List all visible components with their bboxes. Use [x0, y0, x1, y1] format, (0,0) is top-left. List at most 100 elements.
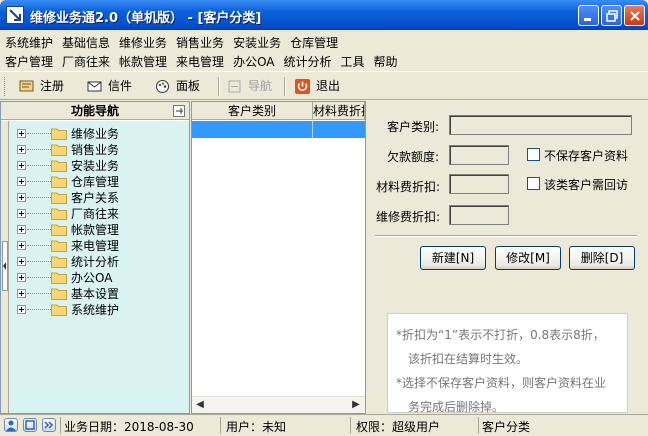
close-icon — [630, 11, 640, 21]
status-copy-icon[interactable] — [23, 418, 37, 432]
note-line-3: *选择不保存客户资料，则客户资料在业 — [396, 376, 607, 390]
menu-accounts[interactable]: 帐款管理 — [114, 51, 171, 70]
callback-checkbox[interactable] — [527, 177, 540, 190]
expand-icon[interactable] — [17, 273, 26, 282]
repair-label: 维修费折扣: — [376, 210, 441, 224]
credit-field[interactable] — [449, 145, 509, 165]
category-field[interactable] — [449, 115, 632, 135]
status-user-icon[interactable] — [4, 418, 18, 432]
register-label: 注册 — [40, 79, 65, 93]
nav-panel: 功能导航 维修业务 销售业务 安装业务 仓库管理 客户关系 厂商往来 帐款管理 … — [0, 101, 190, 414]
menu-vendor[interactable]: 厂商往来 — [57, 51, 114, 70]
grid-header: 客户类别 材料费折扣 — [192, 102, 365, 120]
menu-tools[interactable]: 工具 — [336, 51, 369, 70]
menu-sales-business[interactable]: 销售业务 — [171, 32, 228, 51]
status-permission: 权限：超级用户 — [356, 420, 441, 434]
help-note: *折扣为“1”表示不打折，0.8表示8折， 该折扣在结算时生效。 *选择不保存客… — [387, 313, 628, 414]
register-icon — [19, 80, 34, 92]
scroll-right-icon[interactable]: ▶ — [350, 399, 362, 411]
double-chevron-icon — [44, 421, 54, 429]
pin-button[interactable] — [173, 105, 185, 117]
folder-icon — [51, 192, 67, 204]
menu-customer-management[interactable]: 客户管理 — [0, 51, 57, 70]
no-save-checkbox[interactable] — [527, 148, 540, 161]
menu-repair-business[interactable]: 维修业务 — [114, 32, 171, 51]
folder-icon — [51, 144, 67, 156]
delete-button[interactable]: 删除[D] — [569, 246, 635, 270]
panel-button[interactable]: 面板 — [152, 76, 200, 97]
status-forward-icon[interactable] — [42, 418, 56, 432]
expand-icon[interactable] — [17, 241, 26, 250]
power-icon — [295, 79, 310, 94]
restore-icon — [606, 10, 618, 22]
minimize-button[interactable] — [578, 5, 599, 26]
menu-basic-info[interactable]: 基础信息 — [57, 32, 114, 51]
menu-system-maintenance[interactable]: 系统维护 — [0, 32, 57, 51]
table-row-selected[interactable] — [192, 121, 365, 138]
toolbar-separator — [218, 77, 220, 96]
mail-label: 信件 — [108, 79, 133, 93]
edit-button[interactable]: 修改[M] — [495, 246, 561, 270]
column-material-discount[interactable]: 材料费折扣 — [313, 102, 365, 120]
nav-header: 功能导航 — [1, 102, 189, 120]
minimize-icon — [584, 18, 591, 21]
expand-icon[interactable] — [17, 209, 26, 218]
menu-help[interactable]: 帮助 — [369, 51, 402, 70]
expand-icon[interactable] — [17, 257, 26, 266]
expand-icon[interactable] — [17, 289, 26, 298]
form-divider — [375, 235, 637, 237]
menu-bar-row-1: 系统维护 基础信息 维修业务 销售业务 安装业务 仓库管理 — [0, 32, 648, 51]
expand-icon[interactable] — [17, 161, 26, 170]
navigate-button[interactable]: 导航 — [224, 76, 272, 97]
exit-label: 退出 — [316, 79, 341, 93]
panel-label: 面板 — [176, 79, 201, 93]
material-label: 材料费折扣: — [376, 180, 441, 194]
expand-icon[interactable] — [17, 305, 26, 314]
mail-button[interactable]: 信件 — [84, 76, 132, 97]
folder-icon — [51, 208, 67, 220]
expand-icon[interactable] — [17, 145, 26, 154]
menu-office-oa[interactable]: 办公OA — [228, 51, 278, 70]
menu-warehouse[interactable]: 仓库管理 — [285, 32, 342, 51]
column-customer-category[interactable]: 客户类别 — [192, 102, 313, 120]
expand-icon[interactable] — [17, 177, 26, 186]
menu-bar-row-2: 客户管理 厂商往来 帐款管理 来电管理 办公OA 统计分析 工具 帮助 — [0, 51, 648, 70]
scroll-left-icon[interactable]: ◀ — [194, 399, 206, 411]
folder-icon — [51, 176, 67, 188]
title-bar[interactable]: 维修业务通2.0（单机版） - [客户分类] — [0, 0, 648, 30]
menu-install-business[interactable]: 安装业务 — [228, 32, 285, 51]
collapse-arrow-icon — [3, 262, 6, 270]
status-bar: 业务日期：2018-08-30 用户：未知 权限：超级用户 客户分类 — [0, 414, 648, 436]
expand-icon[interactable] — [17, 129, 26, 138]
exit-button[interactable]: 退出 — [292, 76, 340, 97]
panel-icon — [156, 80, 169, 93]
expand-icon[interactable] — [17, 225, 26, 234]
folder-icon — [51, 256, 67, 268]
note-line-2: 该折扣在结算时生效。 — [408, 352, 529, 366]
category-label: 客户类别: — [387, 120, 440, 134]
register-button[interactable]: 注册 — [16, 76, 64, 97]
expand-icon[interactable] — [17, 193, 26, 202]
splitter-grip[interactable] — [2, 241, 8, 291]
folder-icon — [51, 224, 67, 236]
envelope-icon — [87, 81, 102, 92]
callback-label: 该类客户需回访 — [544, 178, 629, 192]
close-button[interactable] — [624, 5, 645, 26]
no-save-label: 不保存客户资料 — [544, 149, 629, 163]
nav-title: 功能导航 — [70, 104, 119, 118]
horizontal-scrollbar[interactable]: ◀ ▶ — [192, 396, 365, 413]
menu-calls[interactable]: 来电管理 — [171, 51, 228, 70]
navigate-icon — [228, 80, 241, 93]
new-button[interactable]: 新建[N] — [420, 246, 486, 270]
toolbar-grip[interactable] — [4, 77, 7, 96]
category-form: 客户类别: 欠款额度: 不保存客户资料 材料费折扣: 该类客户需回访 维修费折扣… — [367, 101, 648, 414]
toolbar-separator — [284, 77, 286, 96]
material-discount-field[interactable] — [449, 174, 509, 194]
folder-icon — [51, 128, 67, 140]
note-line-1: *折扣为“1”表示不打折，0.8表示8折， — [396, 328, 605, 342]
status-user: 用户：未知 — [226, 420, 287, 434]
restore-button[interactable] — [601, 5, 622, 26]
nav-splitter[interactable] — [1, 121, 9, 413]
repair-discount-field[interactable] — [449, 205, 509, 225]
menu-statistics[interactable]: 统计分析 — [279, 51, 336, 70]
